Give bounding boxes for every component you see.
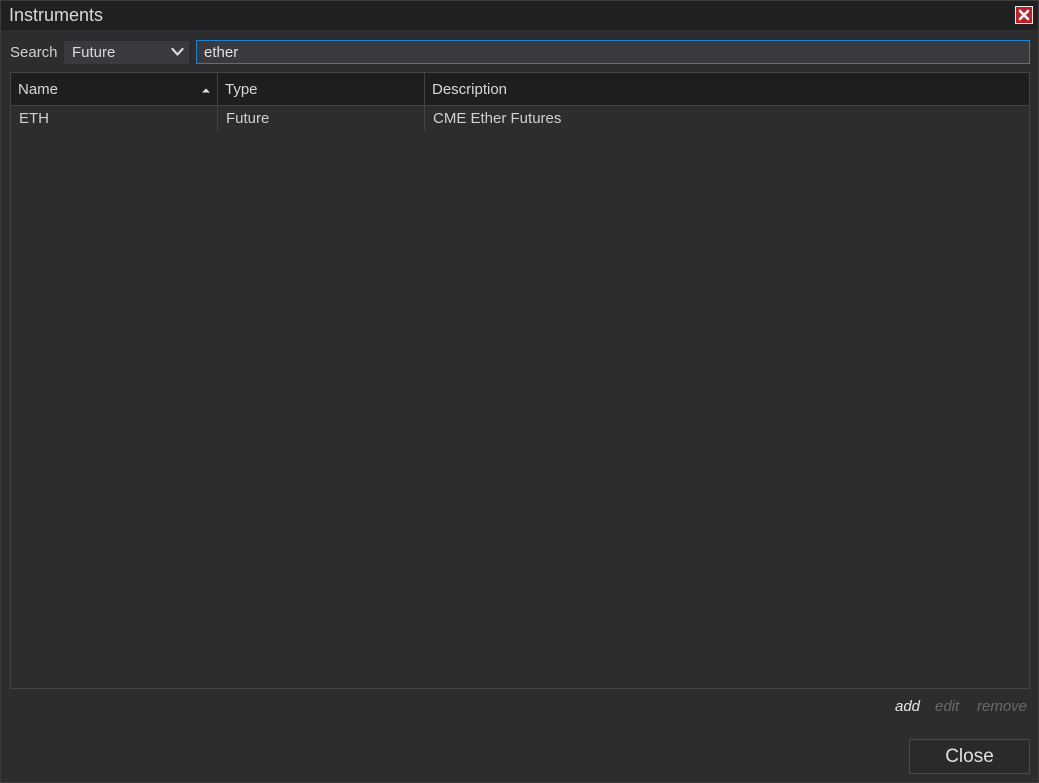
edit-link: edit <box>935 698 960 715</box>
sort-ascending-icon <box>202 88 210 93</box>
instruments-window: Instruments Search Future Name Type <box>0 0 1039 783</box>
cell-type-text: Future <box>226 110 270 127</box>
column-header-name[interactable]: Name <box>11 73 218 105</box>
cell-name-text: ETH <box>19 110 49 127</box>
column-header-type[interactable]: Type <box>218 73 425 105</box>
close-button[interactable]: Close <box>909 739 1030 774</box>
cell-description-text: CME Ether Futures <box>433 110 562 127</box>
table-row[interactable]: ETH Future CME Ether Futures <box>11 106 1029 131</box>
close-x-icon <box>1018 9 1030 21</box>
search-input[interactable] <box>196 40 1030 64</box>
window-title: Instruments <box>9 5 104 25</box>
remove-link: remove <box>977 698 1028 715</box>
window-close-button[interactable] <box>1015 6 1033 24</box>
cell-name: ETH <box>11 106 218 131</box>
instruments-grid: Name Type Description ETH Future CME Eth… <box>10 72 1030 689</box>
cell-description: CME Ether Futures <box>425 106 1029 131</box>
column-header-name-label: Name <box>18 81 59 98</box>
search-label: Search <box>10 44 58 61</box>
cell-type: Future <box>218 106 425 131</box>
grid-header: Name Type Description <box>11 73 1029 106</box>
add-link[interactable]: add <box>895 698 920 715</box>
column-header-type-label: Type <box>225 81 258 98</box>
column-header-description-label: Description <box>432 81 508 98</box>
instrument-type-select[interactable]: Future <box>64 41 189 64</box>
column-header-description[interactable]: Description <box>425 73 1029 105</box>
title-bar: Instruments <box>1 1 1038 30</box>
instrument-type-value: Future <box>72 44 116 61</box>
chevron-down-icon <box>171 47 184 56</box>
